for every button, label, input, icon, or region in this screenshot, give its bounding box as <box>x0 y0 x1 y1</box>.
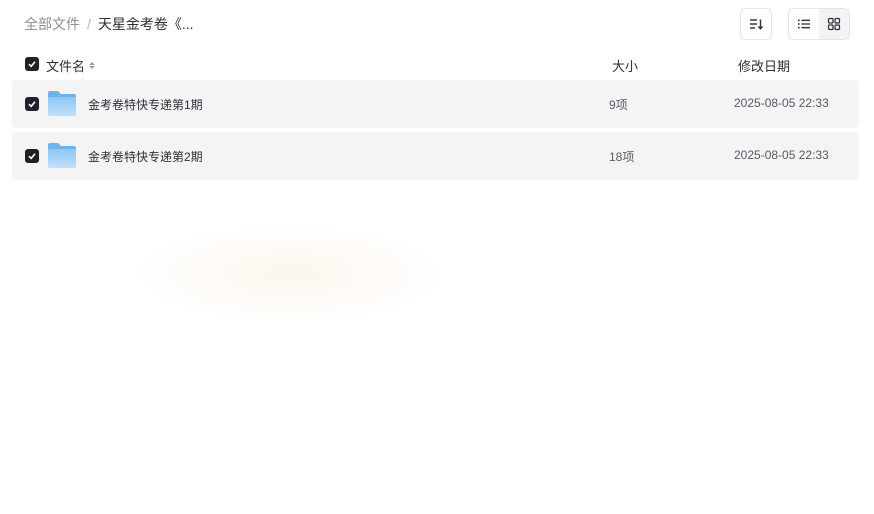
column-header-date[interactable]: 修改日期 <box>738 56 790 75</box>
view-mode-toggle <box>788 8 850 40</box>
table-row[interactable]: 金考卷特快专递第1期 9项 2025-08-05 22:33 <box>12 80 859 128</box>
sort-button[interactable] <box>740 8 772 40</box>
breadcrumb-current: 天星金考卷《... <box>97 16 194 32</box>
file-name[interactable]: 金考卷特快专递第2期 <box>88 148 203 165</box>
row-checkbox[interactable] <box>25 97 39 111</box>
grid-view-icon <box>827 17 841 31</box>
folder-icon <box>48 91 76 116</box>
breadcrumb-separator: / <box>87 16 91 32</box>
checkmark-icon <box>28 101 36 108</box>
row-checkbox[interactable] <box>25 149 39 163</box>
grid-view-button[interactable] <box>819 9 849 39</box>
file-date: 2025-08-05 22:33 <box>734 148 829 162</box>
list-view-button[interactable] <box>789 9 819 39</box>
sort-caret-icon <box>89 62 96 69</box>
checkmark-icon <box>28 61 36 68</box>
sort-list-icon <box>750 19 764 30</box>
checkmark-icon <box>28 153 36 160</box>
column-header-size[interactable]: 大小 <box>612 56 638 75</box>
file-name[interactable]: 金考卷特快专递第1期 <box>88 96 203 113</box>
table-row[interactable]: 金考卷特快专递第2期 18项 2025-08-05 22:33 <box>12 132 859 180</box>
list-view-icon <box>798 19 810 29</box>
select-all-checkbox[interactable] <box>25 57 39 71</box>
folder-icon <box>48 143 76 168</box>
file-size: 9项 <box>609 98 628 112</box>
breadcrumb: 全部文件 / 天星金考卷《... <box>24 14 194 34</box>
background-glow <box>140 228 440 320</box>
file-size: 18项 <box>609 150 635 164</box>
breadcrumb-root-link[interactable]: 全部文件 <box>24 14 80 34</box>
table-header: 文件名 大小 修改日期 <box>12 52 859 76</box>
column-header-name-label: 文件名 <box>46 59 86 74</box>
column-header-name[interactable]: 文件名 <box>46 56 96 75</box>
file-date: 2025-08-05 22:33 <box>734 96 829 110</box>
